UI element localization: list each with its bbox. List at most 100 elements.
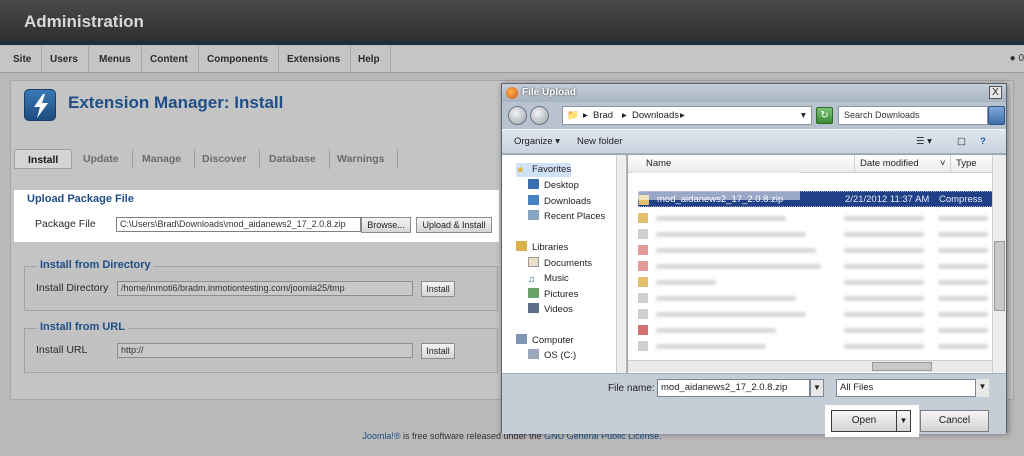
cancel-button[interactable]: Cancel <box>920 410 989 432</box>
file-row[interactable] <box>638 338 994 354</box>
column-type[interactable]: Type <box>956 158 977 169</box>
file-upload-dialog: File Upload X 📁 ▸ Brad ▸ Downloads ▸ ▾ ↻… <box>501 83 1007 437</box>
back-button[interactable] <box>508 106 527 125</box>
page-title: Extension Manager: Install <box>68 93 284 112</box>
file-row[interactable] <box>638 242 994 258</box>
open-button[interactable]: Open <box>831 410 897 432</box>
nav-downloads-label: Downloads <box>544 196 591 207</box>
sort-icon: ˅ <box>940 158 946 169</box>
nav-music[interactable]: ♫ Music <box>528 272 569 286</box>
blurred-text <box>844 328 924 333</box>
blurred-text <box>938 312 988 317</box>
tab-manage[interactable]: Manage <box>129 149 196 169</box>
menu-extensions[interactable]: Extensions <box>277 46 352 73</box>
horizontal-scrollbar[interactable] <box>628 360 992 372</box>
joomla-link[interactable]: Joomla!® <box>362 431 400 441</box>
nav-recent-label: Recent Places <box>544 211 606 222</box>
file-list-scrollbar[interactable] <box>992 155 1006 373</box>
file-row[interactable] <box>638 258 994 274</box>
chevron-down-icon[interactable]: ▼ <box>810 379 824 397</box>
file-row[interactable] <box>638 290 994 306</box>
help-icon[interactable]: ? <box>980 136 986 147</box>
path-breadcrumb[interactable]: 📁 ▸ Brad ▸ Downloads ▸ ▾ <box>562 106 812 125</box>
refresh-button[interactable]: ↻ <box>816 107 833 124</box>
menu-components[interactable]: Components <box>197 46 280 73</box>
tab-discover[interactable]: Discover <box>189 149 261 169</box>
menu-help[interactable]: Help <box>348 46 391 73</box>
file-name-input[interactable]: mod_aidanews2_17_2.0.8.zip <box>657 379 810 397</box>
install-url-fieldset: Install from URL Install URL http:// Ins… <box>24 321 498 373</box>
chevron-right-icon: ▸ <box>583 110 588 121</box>
blurred-text <box>844 344 924 349</box>
file-row[interactable] <box>638 306 994 322</box>
nav-libraries[interactable]: Libraries <box>516 241 568 255</box>
tab-install[interactable]: Install <box>14 149 73 169</box>
tab-update[interactable]: Update <box>70 149 133 169</box>
blurred-text <box>938 264 988 269</box>
search-input[interactable]: Search Downloads <box>838 106 988 125</box>
close-button[interactable]: X <box>989 86 1002 99</box>
organize-button[interactable]: Organize ▾ <box>514 136 560 147</box>
breadcrumb-downloads[interactable]: Downloads <box>632 107 679 124</box>
install-url-input[interactable]: http:// <box>117 343 413 358</box>
chevron-down-icon[interactable]: ▼ <box>975 379 989 397</box>
nav-desktop[interactable]: Desktop <box>528 179 579 193</box>
file-row[interactable] <box>638 274 994 290</box>
file-row[interactable] <box>638 322 994 338</box>
nav-scrollbar[interactable] <box>616 155 626 373</box>
install-url-button[interactable]: Install <box>421 343 455 359</box>
nav-os-drive[interactable]: OS (C:) <box>528 349 576 363</box>
blurred-text <box>656 280 716 285</box>
scroll-thumb[interactable] <box>872 362 932 371</box>
file-icon <box>638 341 648 351</box>
tab-warnings[interactable]: Warnings <box>324 149 399 169</box>
blurred-text <box>656 312 806 317</box>
menu-menus[interactable]: Menus <box>89 46 142 73</box>
file-type-filter[interactable]: All Files <box>836 379 989 397</box>
new-folder-button[interactable]: New folder <box>577 136 622 147</box>
nav-pictures[interactable]: Pictures <box>528 288 578 302</box>
file-icon <box>638 213 648 223</box>
blurred-text <box>656 232 806 237</box>
open-button-highlight: Open ▼ <box>825 405 919 437</box>
view-options-icon[interactable]: ☰ ▾ <box>916 136 932 147</box>
file-row[interactable] <box>638 226 994 242</box>
extension-manager-icon <box>24 89 56 121</box>
package-file-input[interactable]: C:\Users\Brad\Downloads\mod_aidanews2_17… <box>116 217 361 232</box>
nav-pictures-label: Pictures <box>544 289 579 300</box>
chevron-down-icon[interactable]: ▼ <box>897 410 911 432</box>
directory-legend: Install from Directory <box>37 259 154 271</box>
menu-site[interactable]: Site <box>3 46 43 73</box>
chevron-down-icon[interactable]: ▾ <box>801 107 806 124</box>
nav-documents[interactable]: Documents <box>528 257 592 271</box>
nav-favorites[interactable]: ★ Favorites <box>516 163 572 177</box>
selected-file-highlight <box>632 172 800 200</box>
install-directory-button[interactable]: Install <box>421 281 455 297</box>
column-name[interactable]: Name <box>646 158 671 169</box>
logged-in-users[interactable]: ● 0 <box>1010 53 1024 64</box>
tab-database[interactable]: Database <box>256 149 330 169</box>
upload-legend: Upload Package File <box>24 193 137 205</box>
browse-button[interactable]: Browse... <box>361 217 411 233</box>
scroll-thumb[interactable] <box>994 241 1005 311</box>
nav-recent-places[interactable]: Recent Places <box>528 210 605 224</box>
blurred-text <box>938 248 988 253</box>
install-directory-input[interactable]: /home/inmoti6/bradm.inmotiontesting.com/… <box>117 281 413 296</box>
folder-icon: 📁 <box>567 110 579 121</box>
admin-header: Administration <box>0 0 1024 45</box>
dialog-titlebar[interactable]: File Upload X <box>502 84 1006 102</box>
nav-downloads[interactable]: Downloads <box>528 195 591 209</box>
dialog-toolbar: Organize ▾ New folder ☰ ▾ ▢ ? <box>502 129 1006 154</box>
preview-pane-icon[interactable]: ▢ <box>957 136 966 147</box>
file-row[interactable] <box>638 210 994 226</box>
search-icon[interactable] <box>988 106 1005 125</box>
column-date[interactable]: Date modified <box>860 158 919 169</box>
upload-install-button[interactable]: Upload & Install <box>416 217 492 233</box>
nav-computer[interactable]: Computer <box>516 334 574 348</box>
forward-button[interactable] <box>530 106 549 125</box>
menu-content[interactable]: Content <box>140 46 199 73</box>
user-count: 0 <box>1018 53 1024 64</box>
nav-videos[interactable]: Videos <box>528 303 573 317</box>
breadcrumb-brad[interactable]: Brad <box>593 107 613 124</box>
menu-users[interactable]: Users <box>40 46 89 73</box>
